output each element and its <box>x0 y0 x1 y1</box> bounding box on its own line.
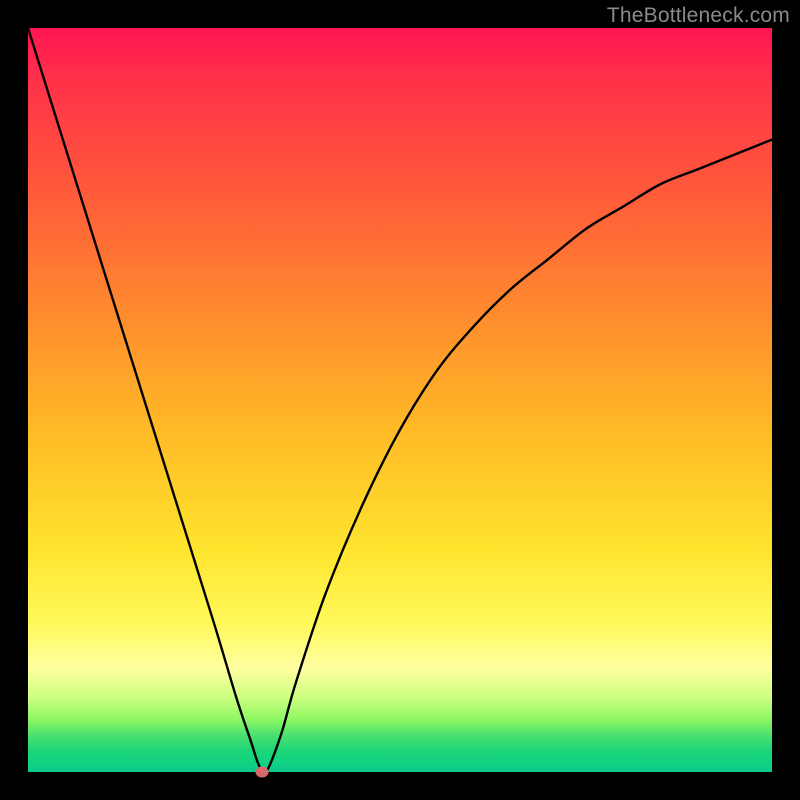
minimum-marker <box>256 767 269 778</box>
curve-svg <box>28 28 772 772</box>
chart-frame: TheBottleneck.com <box>0 0 800 800</box>
bottleneck-curve-path <box>28 28 772 772</box>
plot-area <box>28 28 772 772</box>
watermark-text: TheBottleneck.com <box>607 4 790 28</box>
